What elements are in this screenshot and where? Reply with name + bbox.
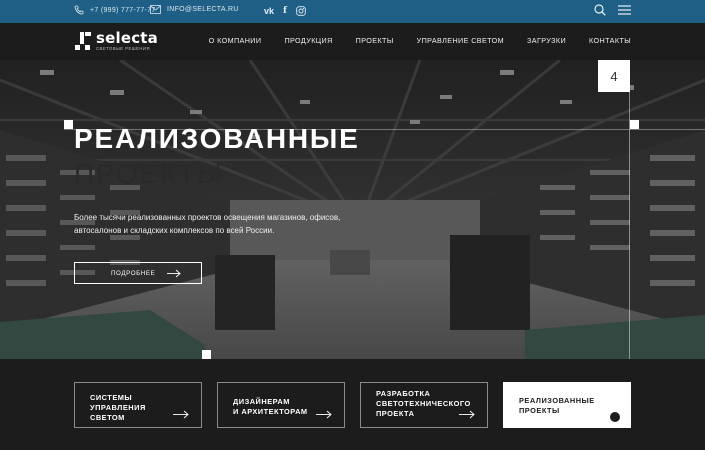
- card-completed-projects[interactable]: РЕАЛИЗОВАННЫЕ ПРОЕКТЫ: [503, 382, 631, 428]
- social-links: vk f: [264, 4, 306, 18]
- active-indicator-dot: [610, 412, 620, 422]
- arrow-right-icon: [167, 269, 181, 278]
- card-label: РАЗРАБОТКА СВЕТОТЕХНИЧЕСКОГО ПРОЕКТА: [376, 389, 471, 418]
- arrow-right-icon: [316, 410, 332, 419]
- feature-cards-section: СИСТЕМЫ УПРАВЛЕНИЯ СВЕТОМ ДИЗАЙНЕРАМ И А…: [0, 359, 705, 450]
- instagram-icon[interactable]: [296, 6, 306, 16]
- search-icon[interactable]: [594, 4, 606, 16]
- email-contact[interactable]: INFO@SELECTA.RU: [150, 5, 239, 14]
- logo-text: selecta: [96, 29, 159, 47]
- card-label: ДИЗАЙНЕРАМ И АРХИТЕКТОРАМ: [233, 397, 308, 416]
- card-light-control-systems[interactable]: СИСТЕМЫ УПРАВЛЕНИЯ СВЕТОМ: [74, 382, 202, 428]
- more-button[interactable]: ПОДРОБНЕЕ: [74, 262, 202, 284]
- nav-item-light-control[interactable]: УПРАВЛЕНИЕ СВЕТОМ: [417, 36, 504, 45]
- email-address[interactable]: INFO@SELECTA.RU: [167, 6, 239, 13]
- logo-subtitle: СВЕТОВЫЕ РЕШЕНИЯ: [96, 46, 150, 51]
- top-bar: +7 (999) 777-77-77 INFO@SELECTA.RU vk f: [0, 0, 705, 23]
- mail-icon: [150, 5, 161, 14]
- card-lighting-project-development[interactable]: РАЗРАБОТКА СВЕТОТЕХНИЧЕСКОГО ПРОЕКТА: [360, 382, 488, 428]
- hero-title-line2: ПРОЕКТЫ: [74, 158, 224, 189]
- hero-section: [0, 60, 705, 359]
- card-label: СИСТЕМЫ УПРАВЛЕНИЯ СВЕТОМ: [90, 393, 146, 422]
- decor-square: [64, 120, 73, 129]
- logo-mark-icon: [75, 32, 91, 50]
- menu-icon[interactable]: [618, 5, 631, 15]
- nav-item-projects[interactable]: ПРОЕКТЫ: [356, 36, 394, 45]
- slide-counter: 4: [598, 60, 630, 92]
- nav-item-products[interactable]: ПРОДУКЦИЯ: [284, 36, 332, 45]
- more-button-label: ПОДРОБНЕЕ: [111, 269, 156, 277]
- phone-number[interactable]: +7 (999) 777-77-77: [90, 7, 156, 14]
- card-label: РЕАЛИЗОВАННЫЕ ПРОЕКТЫ: [519, 396, 595, 415]
- phone-contact[interactable]: +7 (999) 777-77-77: [74, 5, 156, 15]
- store-interior-image: [0, 60, 705, 359]
- arrow-right-icon: [459, 410, 475, 419]
- vk-icon[interactable]: vk: [264, 4, 274, 18]
- nav-item-downloads[interactable]: ЗАГРУЗКИ: [527, 36, 566, 45]
- card-designers-architects[interactable]: ДИЗАЙНЕРАМ И АРХИТЕКТОРАМ: [217, 382, 345, 428]
- topbar-actions: [594, 4, 631, 16]
- decor-square: [630, 120, 639, 129]
- nav-menu: О КОМПАНИИ ПРОДУКЦИЯ ПРОЕКТЫ УПРАВЛЕНИЕ …: [186, 36, 631, 45]
- hero-title-line1: РЕАЛИЗОВАННЫЕ: [74, 123, 360, 154]
- facebook-icon[interactable]: f: [283, 4, 287, 18]
- nav-item-about[interactable]: О КОМПАНИИ: [209, 36, 262, 45]
- main-navbar: selecta СВЕТОВЫЕ РЕШЕНИЯ О КОМПАНИИ ПРОД…: [0, 23, 705, 60]
- hero-description: Более тысячи реализованных проектов осве…: [74, 213, 341, 235]
- phone-icon: [74, 5, 84, 15]
- decor-square: [202, 350, 211, 359]
- logo[interactable]: selecta СВЕТОВЫЕ РЕШЕНИЯ: [74, 31, 158, 51]
- nav-item-contacts[interactable]: КОНТАКТЫ: [589, 36, 631, 45]
- arrow-right-icon: [173, 410, 189, 419]
